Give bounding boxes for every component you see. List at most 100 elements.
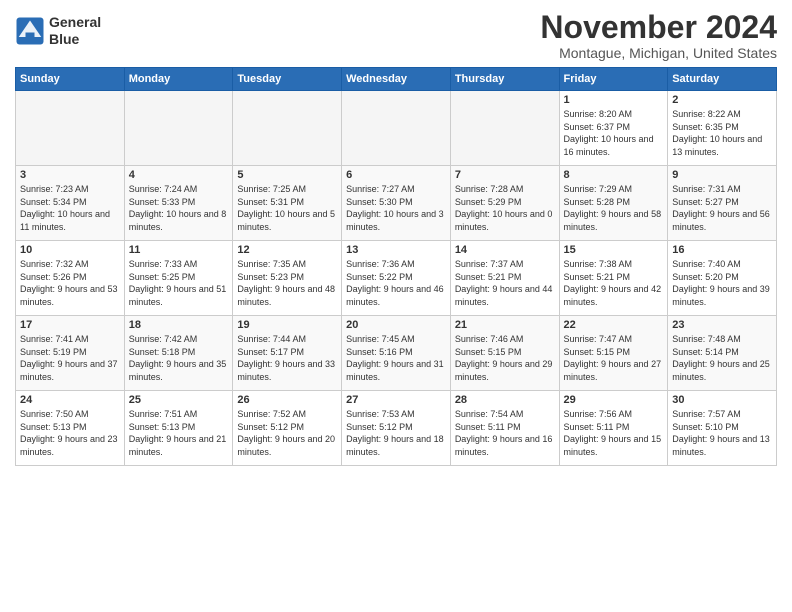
day-number: 22 — [564, 319, 664, 331]
day-info: Sunrise: 7:53 AM Sunset: 5:12 PM Dayligh… — [346, 408, 446, 458]
day-number: 6 — [346, 169, 446, 181]
calendar-cell: 24 Sunrise: 7:50 AM Sunset: 5:13 PM Dayli… — [16, 391, 125, 466]
calendar-cell: 6 Sunrise: 7:27 AM Sunset: 5:30 PM Daylig… — [342, 166, 451, 241]
day-number: 25 — [129, 394, 229, 406]
calendar-container: General Blue November 2024 Montague, Mic… — [0, 0, 792, 471]
location: Montague, Michigan, United States — [540, 45, 777, 61]
calendar-cell — [16, 91, 125, 166]
day-info: Sunrise: 7:46 AM Sunset: 5:15 PM Dayligh… — [455, 333, 555, 383]
day-number: 26 — [237, 394, 337, 406]
day-number: 29 — [564, 394, 664, 406]
calendar-cell: 21 Sunrise: 7:46 AM Sunset: 5:15 PM Dayli… — [450, 316, 559, 391]
day-info: Sunrise: 7:48 AM Sunset: 5:14 PM Dayligh… — [672, 333, 772, 383]
day-info: Sunrise: 7:27 AM Sunset: 5:30 PM Dayligh… — [346, 183, 446, 233]
calendar-cell: 17 Sunrise: 7:41 AM Sunset: 5:19 PM Dayli… — [16, 316, 125, 391]
day-number: 24 — [20, 394, 120, 406]
calendar-cell: 7 Sunrise: 7:28 AM Sunset: 5:29 PM Daylig… — [450, 166, 559, 241]
day-info: Sunrise: 7:24 AM Sunset: 5:33 PM Dayligh… — [129, 183, 229, 233]
day-number: 30 — [672, 394, 772, 406]
week-row-2: 3 Sunrise: 7:23 AM Sunset: 5:34 PM Daylig… — [16, 166, 777, 241]
title-block: November 2024 Montague, Michigan, United… — [540, 10, 777, 61]
day-info: Sunrise: 7:37 AM Sunset: 5:21 PM Dayligh… — [455, 258, 555, 308]
calendar-cell: 14 Sunrise: 7:37 AM Sunset: 5:21 PM Dayli… — [450, 241, 559, 316]
calendar-cell — [124, 91, 233, 166]
logo: General Blue — [15, 14, 101, 48]
calendar-cell: 13Sunrise: 7:36 AM Sunset: 5:22 PM Dayli… — [342, 241, 451, 316]
day-number: 14 — [455, 244, 555, 256]
calendar-cell — [233, 91, 342, 166]
day-number: 28 — [455, 394, 555, 406]
day-info: Sunrise: 7:52 AM Sunset: 5:12 PM Dayligh… — [237, 408, 337, 458]
week-row-5: 24 Sunrise: 7:50 AM Sunset: 5:13 PM Dayli… — [16, 391, 777, 466]
day-info: Sunrise: 7:50 AM Sunset: 5:13 PM Dayligh… — [20, 408, 120, 458]
calendar-cell: 1 Sunrise: 8:20 AM Sunset: 6:37 PM Daylig… — [559, 91, 668, 166]
calendar-body: 1 Sunrise: 8:20 AM Sunset: 6:37 PM Daylig… — [16, 91, 777, 466]
day-info: Sunrise: 7:41 AM Sunset: 5:19 PM Dayligh… — [20, 333, 120, 383]
day-number: 3 — [20, 169, 120, 181]
calendar-cell: 22 Sunrise: 7:47 AM Sunset: 5:15 PM Dayli… — [559, 316, 668, 391]
day-number: 4 — [129, 169, 229, 181]
weekday-header-monday: Monday — [124, 68, 233, 91]
day-number: 27 — [346, 394, 446, 406]
calendar-cell: 12Sunrise: 7:35 AM Sunset: 5:23 PM Dayli… — [233, 241, 342, 316]
calendar-table: SundayMondayTuesdayWednesdayThursdayFrid… — [15, 67, 777, 466]
week-row-4: 17 Sunrise: 7:41 AM Sunset: 5:19 PM Dayli… — [16, 316, 777, 391]
day-info: Sunrise: 7:36 AM Sunset: 5:22 PM Dayligh… — [346, 258, 446, 308]
day-number: 5 — [237, 169, 337, 181]
day-number: 11 — [129, 244, 229, 256]
day-number: 1 — [564, 94, 664, 106]
calendar-cell: 3 Sunrise: 7:23 AM Sunset: 5:34 PM Daylig… — [16, 166, 125, 241]
day-number: 10 — [20, 244, 120, 256]
calendar-cell — [450, 91, 559, 166]
calendar-cell: 5 Sunrise: 7:25 AM Sunset: 5:31 PM Daylig… — [233, 166, 342, 241]
calendar-cell: 27 Sunrise: 7:53 AM Sunset: 5:12 PM Dayli… — [342, 391, 451, 466]
day-info: Sunrise: 7:35 AM Sunset: 5:23 PM Dayligh… — [237, 258, 337, 308]
calendar-cell: 28 Sunrise: 7:54 AM Sunset: 5:11 PM Dayli… — [450, 391, 559, 466]
day-info: Sunrise: 7:28 AM Sunset: 5:29 PM Dayligh… — [455, 183, 555, 233]
calendar-cell: 20 Sunrise: 7:45 AM Sunset: 5:16 PM Dayli… — [342, 316, 451, 391]
day-info: Sunrise: 7:33 AM Sunset: 5:25 PM Dayligh… — [129, 258, 229, 308]
day-info: Sunrise: 7:29 AM Sunset: 5:28 PM Dayligh… — [564, 183, 664, 233]
day-info: Sunrise: 7:40 AM Sunset: 5:20 PM Dayligh… — [672, 258, 772, 308]
day-info: Sunrise: 7:25 AM Sunset: 5:31 PM Dayligh… — [237, 183, 337, 233]
day-info: Sunrise: 7:45 AM Sunset: 5:16 PM Dayligh… — [346, 333, 446, 383]
day-number: 16 — [672, 244, 772, 256]
calendar-cell: 19Sunrise: 7:44 AM Sunset: 5:17 PM Dayli… — [233, 316, 342, 391]
day-number: 8 — [564, 169, 664, 181]
calendar-cell: 25Sunrise: 7:51 AM Sunset: 5:13 PM Dayli… — [124, 391, 233, 466]
calendar-cell: 26 Sunrise: 7:52 AM Sunset: 5:12 PM Dayli… — [233, 391, 342, 466]
day-info: Sunrise: 7:44 AM Sunset: 5:17 PM Dayligh… — [237, 333, 337, 383]
day-info: Sunrise: 7:47 AM Sunset: 5:15 PM Dayligh… — [564, 333, 664, 383]
week-row-3: 10Sunrise: 7:32 AM Sunset: 5:26 PM Dayli… — [16, 241, 777, 316]
day-info: Sunrise: 7:42 AM Sunset: 5:18 PM Dayligh… — [129, 333, 229, 383]
calendar-cell: 10Sunrise: 7:32 AM Sunset: 5:26 PM Dayli… — [16, 241, 125, 316]
calendar-cell: 4 Sunrise: 7:24 AM Sunset: 5:33 PM Daylig… — [124, 166, 233, 241]
day-info: Sunrise: 7:56 AM Sunset: 5:11 PM Dayligh… — [564, 408, 664, 458]
weekday-header-friday: Friday — [559, 68, 668, 91]
day-number: 23 — [672, 319, 772, 331]
day-number: 21 — [455, 319, 555, 331]
calendar-cell: 11 Sunrise: 7:33 AM Sunset: 5:25 PM Dayli… — [124, 241, 233, 316]
day-number: 20 — [346, 319, 446, 331]
day-info: Sunrise: 7:54 AM Sunset: 5:11 PM Dayligh… — [455, 408, 555, 458]
week-row-1: 1 Sunrise: 8:20 AM Sunset: 6:37 PM Daylig… — [16, 91, 777, 166]
calendar-cell: 15Sunrise: 7:38 AM Sunset: 5:21 PM Dayli… — [559, 241, 668, 316]
calendar-cell — [342, 91, 451, 166]
header: General Blue November 2024 Montague, Mic… — [15, 10, 777, 61]
calendar-cell: 29 Sunrise: 7:56 AM Sunset: 5:11 PM Dayli… — [559, 391, 668, 466]
day-info: Sunrise: 7:23 AM Sunset: 5:34 PM Dayligh… — [20, 183, 120, 233]
day-number: 17 — [20, 319, 120, 331]
month-title: November 2024 — [540, 10, 777, 45]
weekday-header-wednesday: Wednesday — [342, 68, 451, 91]
weekday-header-thursday: Thursday — [450, 68, 559, 91]
calendar-cell: 23 Sunrise: 7:48 AM Sunset: 5:14 PM Dayli… — [668, 316, 777, 391]
weekday-header-tuesday: Tuesday — [233, 68, 342, 91]
logo-text: General Blue — [49, 14, 101, 48]
calendar-cell: 16 Sunrise: 7:40 AM Sunset: 5:20 PM Dayli… — [668, 241, 777, 316]
day-info: Sunrise: 8:20 AM Sunset: 6:37 PM Dayligh… — [564, 108, 664, 158]
logo-line1: General — [49, 14, 101, 31]
day-info: Sunrise: 7:38 AM Sunset: 5:21 PM Dayligh… — [564, 258, 664, 308]
calendar-cell: 8 Sunrise: 7:29 AM Sunset: 5:28 PM Daylig… — [559, 166, 668, 241]
day-number: 7 — [455, 169, 555, 181]
weekday-header-row: SundayMondayTuesdayWednesdayThursdayFrid… — [16, 68, 777, 91]
